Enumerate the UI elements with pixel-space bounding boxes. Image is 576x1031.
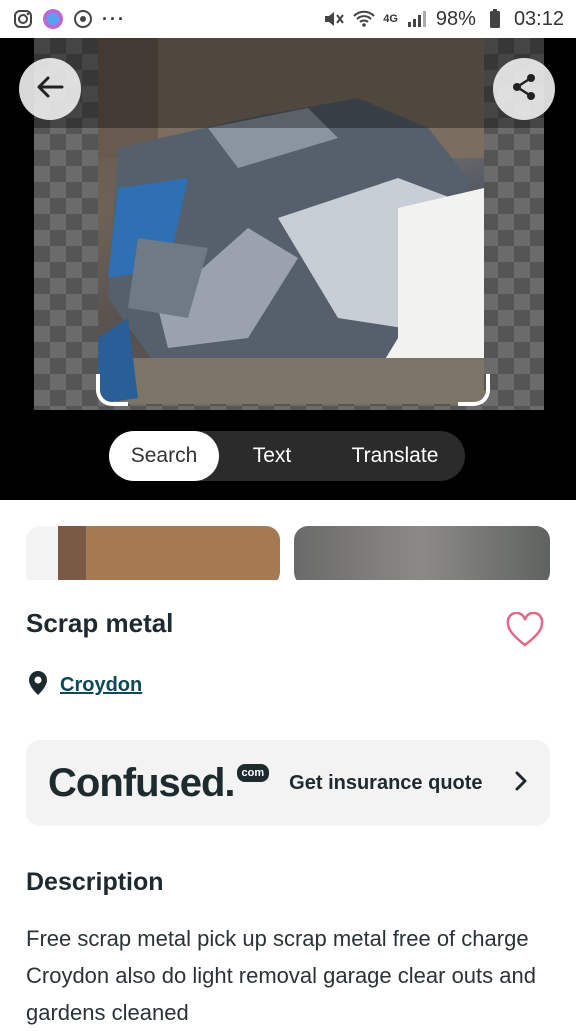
crop-corner-bottom-left[interactable] bbox=[96, 374, 128, 406]
result-thumbnail[interactable] bbox=[26, 526, 280, 580]
wifi-icon bbox=[353, 8, 375, 30]
arrow-left-icon bbox=[36, 75, 64, 104]
listing-location: Croydon bbox=[28, 670, 142, 701]
messenger-icon bbox=[42, 8, 64, 30]
status-bar: ··· 4G 98% 03:12 bbox=[0, 0, 576, 38]
heart-icon bbox=[506, 611, 544, 652]
sync-icon bbox=[72, 8, 94, 30]
insurance-quote-label: Get insurance quote bbox=[289, 771, 483, 794]
confused-logo: Confused. com bbox=[48, 760, 270, 806]
confused-logo-badge: com bbox=[236, 763, 270, 782]
tab-translate[interactable]: Translate bbox=[325, 431, 465, 481]
result-thumbnails bbox=[0, 526, 576, 580]
location-link[interactable]: Croydon bbox=[60, 674, 142, 697]
overflow-dots: ··· bbox=[102, 8, 126, 29]
mute-icon bbox=[323, 8, 345, 30]
signal-icon bbox=[406, 8, 428, 30]
top-dim-overlay bbox=[0, 38, 576, 128]
favorite-button[interactable] bbox=[506, 611, 544, 648]
description-heading: Description bbox=[26, 868, 164, 896]
result-thumbnail[interactable] bbox=[294, 526, 550, 580]
back-button[interactable] bbox=[19, 58, 81, 120]
share-icon bbox=[509, 72, 539, 107]
tab-search[interactable]: Search bbox=[109, 431, 219, 481]
location-pin-icon bbox=[28, 670, 48, 701]
instagram-icon bbox=[12, 8, 34, 30]
share-button[interactable] bbox=[493, 58, 555, 120]
chevron-right-icon bbox=[514, 768, 528, 799]
network-type: 4G bbox=[383, 13, 398, 25]
clock: 03:12 bbox=[513, 7, 564, 30]
tab-text[interactable]: Text bbox=[219, 431, 325, 481]
battery-icon bbox=[484, 8, 506, 30]
lens-image-area: Search Text Translate bbox=[0, 38, 576, 500]
listing-title: Scrap metal bbox=[26, 608, 174, 638]
confused-logo-text: Confused. bbox=[48, 760, 236, 805]
lens-mode-bar: Search Text Translate bbox=[109, 431, 465, 481]
status-left: ··· bbox=[12, 8, 126, 30]
status-right: 4G 98% 03:12 bbox=[323, 8, 564, 31]
insurance-promo-card[interactable]: Confused. com Get insurance quote bbox=[26, 740, 550, 826]
crop-corner-bottom-right[interactable] bbox=[458, 374, 490, 406]
description-text: Free scrap metal pick up scrap metal fre… bbox=[26, 926, 536, 1025]
battery-percent: 98% bbox=[435, 7, 476, 30]
